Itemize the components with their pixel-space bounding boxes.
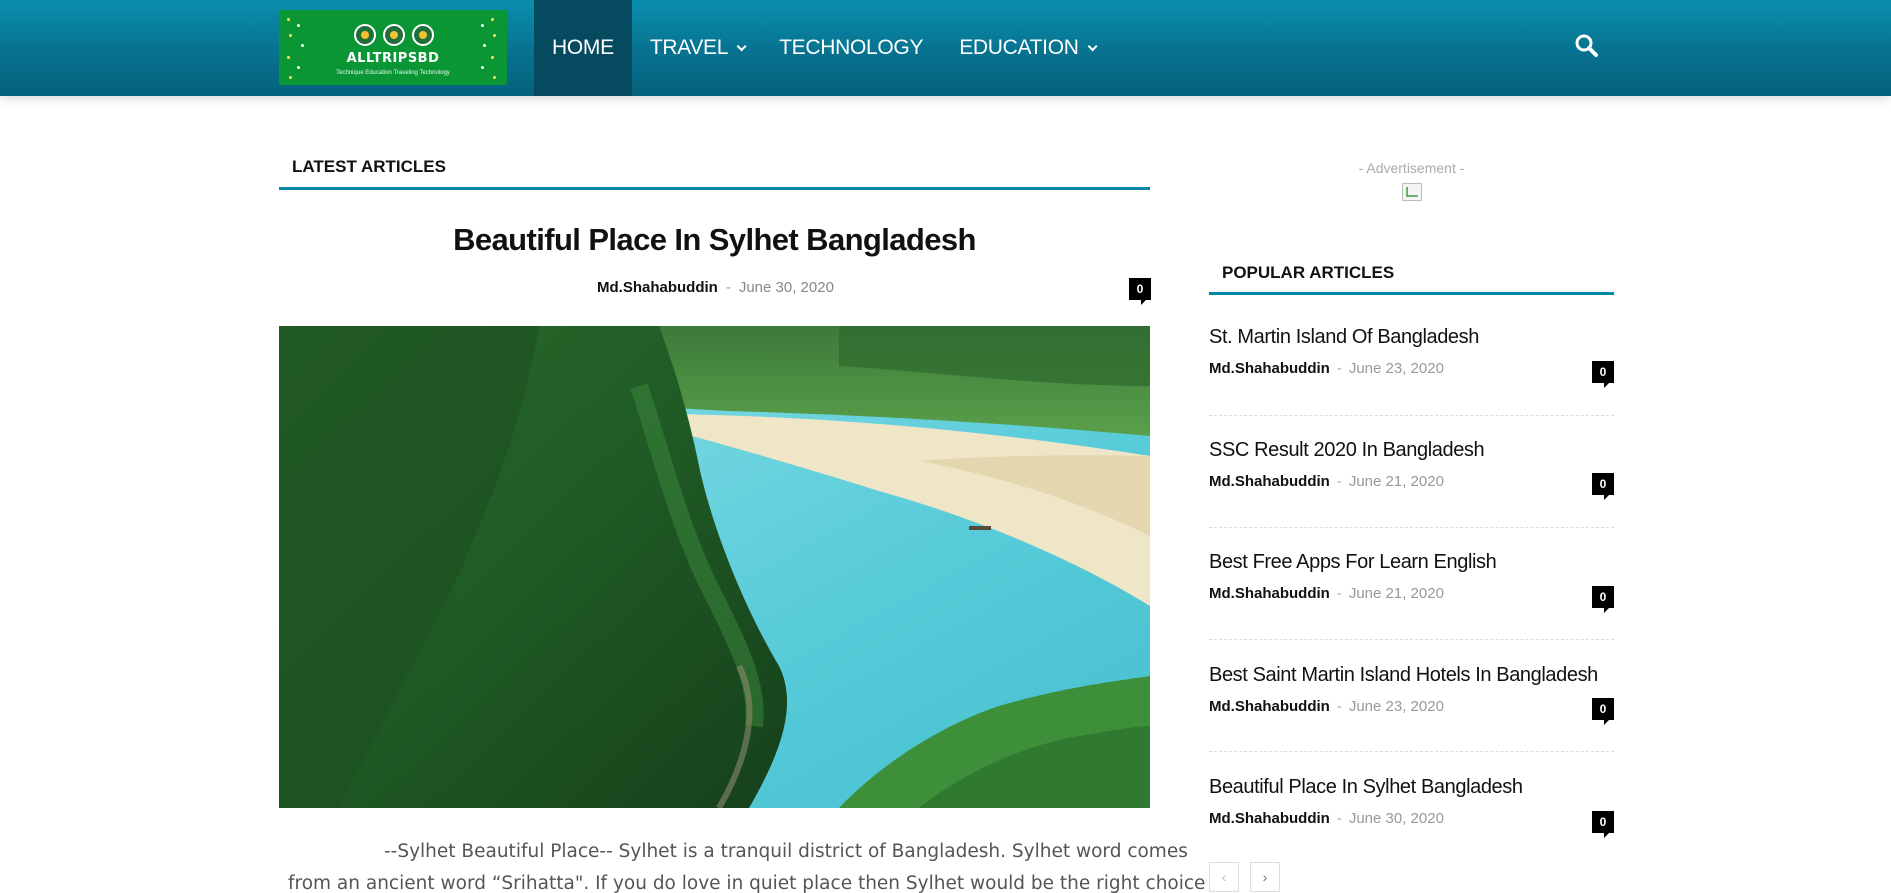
popular-article-title[interactable]: Best Saint Martin Island Hotels In Bangl… xyxy=(1209,664,1614,687)
river-landscape-image xyxy=(279,326,1150,808)
popular-article-author[interactable]: Md.Shahabuddin xyxy=(1209,360,1330,377)
popular-article-date: June 21, 2020 xyxy=(1348,473,1444,490)
nav-item-home[interactable]: HOME xyxy=(534,0,632,96)
popular-articles-heading: POPULAR ARTICLES xyxy=(1222,263,1395,282)
advertisement-image[interactable] xyxy=(1402,183,1422,201)
popular-article-item: St. Martin Island Of Bangladesh Md.Shaha… xyxy=(1209,326,1614,377)
article-date: June 30, 2020 xyxy=(738,279,834,296)
meta-separator: - xyxy=(1336,698,1342,715)
nav-item-label: TRAVEL xyxy=(649,36,729,59)
chevron-right-icon: › xyxy=(1262,869,1268,885)
popular-article-item: Best Free Apps For Learn English Md.Shah… xyxy=(1209,551,1614,602)
article-title[interactable]: Beautiful Place In Sylhet Bangladesh xyxy=(279,222,1150,258)
popular-article-date: June 23, 2020 xyxy=(1348,360,1444,377)
article-comment-count[interactable]: 0 xyxy=(1129,278,1151,305)
latest-articles-underline xyxy=(279,187,1150,190)
popular-article-item: Best Saint Martin Island Hotels In Bangl… xyxy=(1209,664,1614,715)
latest-articles-heading: LATEST ARTICLES xyxy=(292,157,446,176)
search-button[interactable] xyxy=(1571,30,1603,62)
meta-separator: - xyxy=(725,279,731,296)
logo-tagline: Technique Education Traveling Technology xyxy=(336,70,450,76)
pager-next-button[interactable]: › xyxy=(1250,862,1280,892)
nav-item-label: HOME xyxy=(552,36,614,59)
divider xyxy=(1209,639,1614,640)
article-hero-image[interactable] xyxy=(279,326,1150,808)
popular-article-meta: Md.Shahabuddin - June 30, 2020 xyxy=(1209,810,1614,827)
popular-article-meta: Md.Shahabuddin - June 23, 2020 xyxy=(1209,360,1614,377)
popular-article-comment-count[interactable]: 0 xyxy=(1592,361,1614,388)
article-meta: Md.Shahabuddin - June 30, 2020 xyxy=(597,279,834,296)
meta-separator: - xyxy=(1336,585,1342,602)
popular-article-title[interactable]: SSC Result 2020 In Bangladesh xyxy=(1209,439,1614,462)
popular-article-comment-count[interactable]: 0 xyxy=(1592,698,1614,725)
popular-article-item: SSC Result 2020 In Bangladesh Md.Shahabu… xyxy=(1209,439,1614,490)
chevron-down-icon xyxy=(1087,40,1098,51)
nav-item-education[interactable]: EDUCATION xyxy=(941,0,1111,96)
main-nav: HOME TRAVEL TECHNOLOGY EDUCATION xyxy=(534,0,1112,96)
divider xyxy=(1209,751,1614,752)
popular-article-title[interactable]: Best Free Apps For Learn English xyxy=(1209,551,1614,574)
popular-article-meta: Md.Shahabuddin - June 21, 2020 xyxy=(1209,585,1614,602)
meta-separator: - xyxy=(1336,473,1342,490)
pager-prev-button[interactable]: ‹ xyxy=(1209,862,1239,892)
divider xyxy=(1209,415,1614,416)
nav-item-technology[interactable]: TECHNOLOGY xyxy=(761,0,941,96)
popular-article-comment-count[interactable]: 0 xyxy=(1592,586,1614,613)
advertisement-label: - Advertisement - xyxy=(1358,160,1465,176)
popular-article-meta: Md.Shahabuddin - June 23, 2020 xyxy=(1209,698,1614,715)
article-author[interactable]: Md.Shahabuddin xyxy=(597,279,718,296)
popular-articles-underline xyxy=(1209,292,1614,295)
logo-badge-icon xyxy=(412,24,434,46)
logo-name: ALLTRIPSBD xyxy=(346,51,440,66)
nav-item-label: TECHNOLOGY xyxy=(779,36,924,59)
popular-article-author[interactable]: Md.Shahabuddin xyxy=(1209,473,1330,490)
divider xyxy=(1209,527,1614,528)
popular-article-author[interactable]: Md.Shahabuddin xyxy=(1209,698,1330,715)
popular-article-title[interactable]: Beautiful Place In Sylhet Bangladesh xyxy=(1209,776,1614,799)
popular-article-comment-count[interactable]: 0 xyxy=(1592,473,1614,500)
popular-article-item: Beautiful Place In Sylhet Bangladesh Md.… xyxy=(1209,776,1614,827)
logo-badges xyxy=(354,24,434,48)
excerpt-line: from an ancient word “Srihatta". If you … xyxy=(288,873,1206,893)
meta-separator: - xyxy=(1336,360,1342,377)
popular-article-title[interactable]: St. Martin Island Of Bangladesh xyxy=(1209,326,1614,349)
broken-image-icon xyxy=(1406,187,1418,197)
chevron-left-icon: ‹ xyxy=(1221,869,1227,885)
excerpt-line: --Sylhet Beautiful Place-- Sylhet is a t… xyxy=(384,841,1188,862)
chevron-down-icon xyxy=(736,40,747,51)
search-icon xyxy=(1575,34,1598,57)
logo-badge-icon xyxy=(354,24,376,46)
popular-article-comment-count[interactable]: 0 xyxy=(1592,811,1614,838)
popular-article-date: June 30, 2020 xyxy=(1348,810,1444,827)
nav-item-label: EDUCATION xyxy=(959,36,1079,59)
logo-badge-icon xyxy=(383,24,405,46)
article-excerpt: --Sylhet Beautiful Place-- Sylhet is a t… xyxy=(288,836,1206,893)
popular-article-author[interactable]: Md.Shahabuddin xyxy=(1209,810,1330,827)
popular-article-date: June 23, 2020 xyxy=(1348,698,1444,715)
site-logo[interactable]: ALLTRIPSBD Technique Education Traveling… xyxy=(279,10,507,85)
popular-article-meta: Md.Shahabuddin - June 21, 2020 xyxy=(1209,473,1614,490)
meta-separator: - xyxy=(1336,810,1342,827)
popular-article-author[interactable]: Md.Shahabuddin xyxy=(1209,585,1330,602)
nav-item-travel[interactable]: TRAVEL xyxy=(632,0,761,96)
popular-article-date: June 21, 2020 xyxy=(1348,585,1444,602)
site-header: ALLTRIPSBD Technique Education Traveling… xyxy=(0,0,1891,96)
